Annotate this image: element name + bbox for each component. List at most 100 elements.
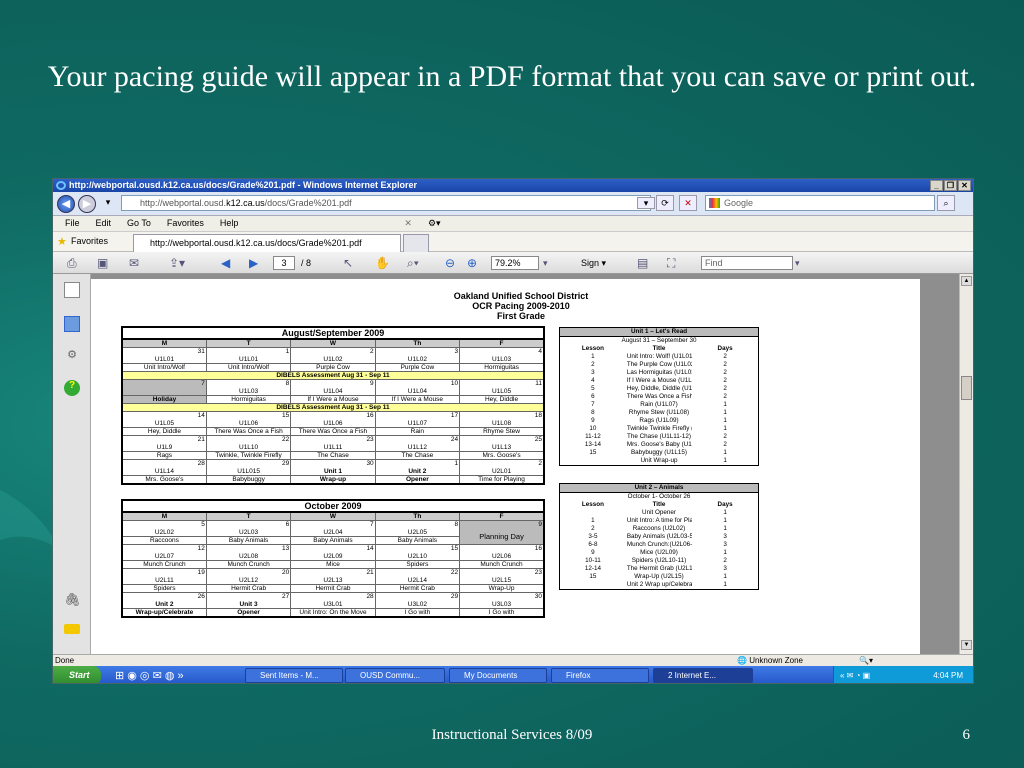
title-cell: Baby Animals (U2L03-5) <box>626 533 693 540</box>
task-ousd-commu[interactable]: OUSD Commu... <box>345 668 445 683</box>
back-button[interactable]: ◀ <box>57 195 75 213</box>
unit-title: Unit 1 – Let's Read <box>559 327 759 337</box>
lesson-code: U3L01 <box>290 600 376 609</box>
vertical-scrollbar[interactable]: ▲ ▼ <box>959 274 973 654</box>
start-button[interactable]: Start <box>53 666 101 683</box>
lesson-title: Unit Intro/Wolf <box>121 363 207 372</box>
task-internet-explorer[interactable]: 2 Internet E... <box>653 668 753 683</box>
zoom-dropdown-icon[interactable]: ▾ <box>543 255 548 271</box>
url-input[interactable]: http://webportal.ousd.k12.ca.us/docs/Gra… <box>121 195 651 211</box>
table-row: 12-14 The Hermit Grab (U2L12-14) 3 <box>560 565 759 573</box>
date-number: 28 <box>121 459 207 468</box>
title-cell: Wrap-Up (U2L15) <box>634 573 684 580</box>
select-tool-icon[interactable]: ↖ <box>343 255 353 271</box>
lesson-code: U1L9 <box>121 443 207 452</box>
minimize-button[interactable]: _ <box>930 180 943 191</box>
browser-tab[interactable]: http://webportal.ousd.k12.ca.us/docs/Gra… <box>133 234 401 252</box>
aug-sep-calendar: August/September 2009 M T W Th F 31 1 2 3 4 U1L01 U… <box>121 326 545 485</box>
url-dropdown-button[interactable]: ▾ <box>637 197 655 209</box>
lesson-title: Holiday <box>121 395 207 404</box>
task-firefox[interactable]: Firefox <box>551 668 649 683</box>
menu-favorites[interactable]: Favorites <box>159 216 212 231</box>
pdf-side-panel: ⚙ ? 🖇 <box>53 274 91 654</box>
share-icon[interactable]: ⇪▾ <box>169 255 185 271</box>
menu-file[interactable]: File <box>57 216 88 231</box>
days-cell: 1 <box>723 581 727 588</box>
comments-icon[interactable] <box>64 624 80 634</box>
pdf-viewer: Oakland Unified School District OCR Paci… <box>91 274 961 654</box>
days-cell: 1 <box>723 509 727 516</box>
title-cell: Rain (U1L07) <box>640 401 678 408</box>
date-number: 12 <box>121 544 207 553</box>
lesson-cell: 6-8 <box>588 541 598 548</box>
email-icon[interactable]: ✉ <box>129 255 139 271</box>
attachments-icon[interactable]: 🖇 <box>64 592 81 608</box>
restore-button[interactable]: ❐ <box>944 180 957 191</box>
prev-page-icon[interactable]: ◀ <box>221 255 230 271</box>
menu-goto[interactable]: Go To <box>119 216 159 231</box>
search-button[interactable]: ⌕ <box>937 195 955 211</box>
date-number: 21 <box>290 568 376 577</box>
security-zone: 🌐 Unknown Zone <box>737 656 803 665</box>
lesson-code: Unit 3 <box>205 600 292 609</box>
menu-edit[interactable]: Edit <box>88 216 120 231</box>
scroll-up-icon[interactable]: ▲ <box>961 276 972 286</box>
table-row: Unit 2 Wrap up/Celebration 1 <box>560 581 759 590</box>
scroll-thumb[interactable] <box>961 376 972 400</box>
lesson-code: U1L02 <box>290 355 376 364</box>
sign-button[interactable]: Sign ▾ <box>559 256 606 270</box>
stop-button[interactable]: ✕ <box>679 195 697 211</box>
page-number-input[interactable]: 3 <box>273 256 295 270</box>
lesson-title: Purple Cow <box>290 363 376 372</box>
history-dropdown-icon[interactable]: ▾ <box>99 195 117 211</box>
hand-tool-icon[interactable]: ✋ <box>375 255 390 271</box>
save-icon[interactable]: ▣ <box>97 255 108 271</box>
find-dropdown-icon[interactable]: ▾ <box>795 255 800 271</box>
lesson-code: U1L015 <box>205 467 292 476</box>
favorites-button[interactable]: Favorites <box>57 235 108 248</box>
zoom-tool-icon[interactable]: ⌕▾ <box>407 255 419 271</box>
zoom-level-icon[interactable]: 🔍▾ <box>859 655 873 666</box>
zoom-in-icon[interactable]: ⊕ <box>467 255 477 271</box>
next-page-icon[interactable]: ▶ <box>249 255 258 271</box>
task-my-documents[interactable]: My Documents <box>449 668 547 683</box>
find-input[interactable]: Find <box>701 256 793 270</box>
menu-help[interactable]: Help <box>212 216 247 231</box>
signatures-icon[interactable]: ⚙ <box>64 348 80 364</box>
search-input[interactable]: Google <box>705 195 935 211</box>
lesson-code: U1L05 <box>121 419 207 428</box>
lesson-code: U2L07 <box>121 552 207 561</box>
scroll-down-icon[interactable]: ▼ <box>961 640 972 650</box>
pages-icon[interactable] <box>64 282 80 298</box>
fullscreen-icon[interactable]: ⛶ <box>667 255 675 271</box>
lesson-cell: 1 <box>591 353 595 360</box>
date-number: 11 <box>459 379 545 388</box>
column-header: Title <box>652 501 666 508</box>
lesson-code: Unit 2 <box>121 600 207 609</box>
task-sent-items[interactable]: Sent Items - M... <box>245 668 343 683</box>
lesson-cell: 13-14 <box>584 441 601 448</box>
tools-icon[interactable]: ⚙▾ <box>420 216 449 231</box>
zoom-out-icon[interactable]: ⊖ <box>445 255 455 271</box>
forward-button[interactable]: ▶ <box>78 195 96 213</box>
days-cell: 2 <box>723 369 727 376</box>
print-icon[interactable]: ⎙ <box>67 255 77 271</box>
lesson-title: Rags <box>121 451 207 460</box>
bookmarks-icon[interactable] <box>64 316 80 332</box>
lesson-code: U2L15 <box>459 576 545 585</box>
new-tab-button[interactable] <box>403 234 429 252</box>
quicklaunch-icons[interactable]: ⊞ ◉ ◎ ✉ ◍ » <box>115 669 184 682</box>
close-tab-icon[interactable]: ✕ <box>396 216 420 231</box>
tray-icons[interactable]: « ✉ ◔ ▣ <box>840 671 870 680</box>
date-number: 30 <box>459 592 545 601</box>
lesson-code: U2L04 <box>290 528 376 537</box>
fit-page-icon[interactable]: ▤ <box>637 255 648 271</box>
help-icon[interactable]: ? <box>64 380 80 396</box>
date-number: 29 <box>374 592 461 601</box>
day-header: T <box>205 338 292 348</box>
close-button[interactable]: ✕ <box>958 180 971 191</box>
refresh-button[interactable]: ⟳ <box>656 195 674 211</box>
lesson-code: U2L11 <box>121 576 207 585</box>
title-cell: Twinkle Twinkle Firefly (U1L10) <box>626 425 692 432</box>
zoom-select[interactable]: 79.2% <box>491 256 539 270</box>
